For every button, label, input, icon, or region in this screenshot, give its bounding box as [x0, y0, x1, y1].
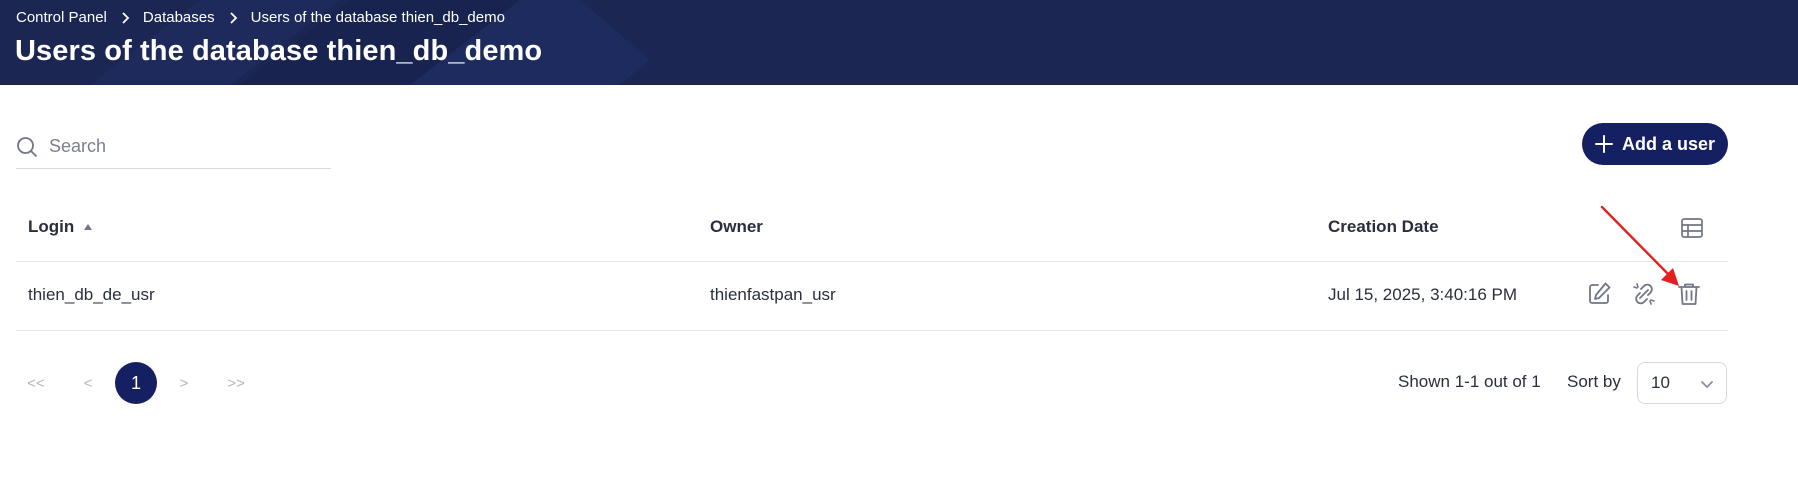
breadcrumb: Control Panel Databases Users of the dat… [16, 9, 505, 26]
breadcrumb-databases[interactable]: Databases [143, 9, 215, 26]
page-size-select[interactable]: 10 [1637, 362, 1727, 404]
cell-login: thien_db_de_usr [28, 285, 155, 304]
table-row: thien_db_de_usr thienfastpan_usr Jul 15,… [16, 262, 1728, 331]
pagination-next-button[interactable]: > [164, 375, 204, 392]
breadcrumb-current: Users of the database thien_db_demo [250, 9, 505, 26]
chevron-down-icon [1701, 381, 1713, 388]
pagination: << < 1 > >> [16, 362, 256, 404]
edit-icon[interactable] [1586, 281, 1612, 307]
row-actions [1586, 281, 1702, 307]
results-count: Shown 1-1 out of 1 [1398, 372, 1541, 391]
search-icon [17, 136, 37, 157]
trash-icon[interactable] [1676, 281, 1702, 307]
page-size-value: 10 [1651, 373, 1670, 392]
table-header: Login Owner Creation Date [16, 195, 1728, 262]
add-user-button[interactable]: Add a user [1582, 123, 1728, 165]
users-table: Login Owner Creation Date thien_db_de_us… [16, 195, 1728, 331]
add-user-label: Add a user [1621, 133, 1716, 154]
search-bar [16, 125, 331, 169]
column-header-owner[interactable]: Owner [710, 217, 763, 237]
column-header-login-label: Login [28, 217, 75, 236]
page-title: Users of the database thien_db_demo [15, 35, 543, 67]
chevron-right-icon [122, 11, 130, 24]
chevron-right-icon [229, 11, 237, 24]
search-input[interactable] [49, 136, 319, 157]
pagination-prev-button[interactable]: < [68, 375, 108, 392]
column-header-creation-date[interactable]: Creation Date [1328, 217, 1439, 237]
table-columns-icon[interactable] [1680, 216, 1704, 240]
unlink-icon[interactable] [1631, 281, 1657, 307]
pagination-first-button[interactable]: << [16, 375, 56, 392]
pagination-page-1[interactable]: 1 [115, 362, 157, 404]
sort-by-label: Sort by [1567, 372, 1621, 391]
plus-icon [1594, 135, 1613, 153]
breadcrumb-control-panel[interactable]: Control Panel [16, 9, 107, 26]
pagination-last-button[interactable]: >> [216, 375, 256, 392]
cell-creation-date: Jul 15, 2025, 3:40:16 PM [1328, 285, 1518, 304]
column-header-login[interactable]: Login [28, 217, 93, 237]
page-header: Control Panel Databases Users of the dat… [0, 0, 1798, 85]
sort-ascending-icon [84, 224, 93, 230]
cell-owner: thienfastpan_usr [710, 285, 836, 304]
